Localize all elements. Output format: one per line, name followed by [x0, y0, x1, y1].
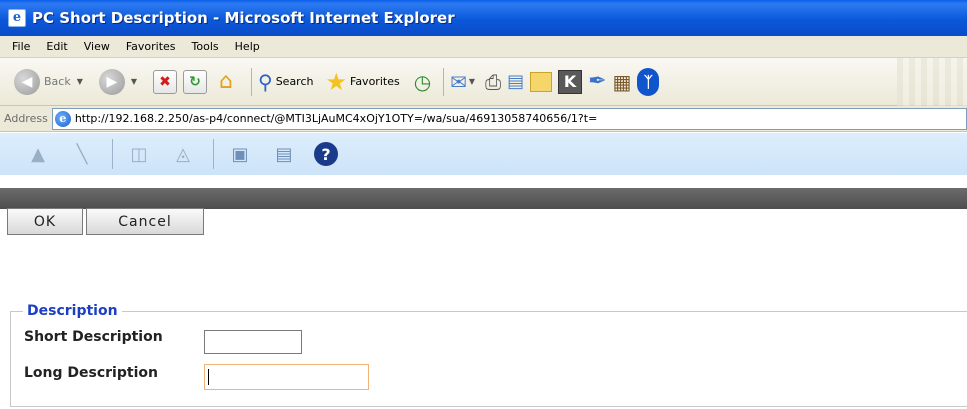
favorites-label: Favorites	[350, 75, 400, 88]
print-icon: ⎙	[485, 69, 502, 94]
window-title: PC Short Description - Microsoft Interne…	[32, 9, 455, 27]
app-tool-icon[interactable]: ╲	[68, 140, 96, 168]
note-icon	[530, 71, 553, 92]
search-label: Search	[275, 75, 314, 88]
search-icon: ⚲	[258, 69, 273, 94]
app-toolbar: ▲ ╲ ◫ ◬ ▣ ▤ ?	[0, 133, 967, 175]
toolbar-separator	[251, 67, 253, 96]
window-titlebar: e PC Short Description - Microsoft Inter…	[0, 0, 967, 36]
pen-button[interactable]: ✒	[588, 64, 606, 100]
history-icon: ◷	[413, 69, 432, 94]
ie-app-icon: e	[8, 9, 26, 27]
browser-toolbar: ◀ Back ▼ ▶ ▼ ✖ ↻ ⌂ ⚲ Search ★ Favorites …	[0, 58, 967, 106]
home-button[interactable]: ⌂	[213, 64, 239, 100]
add-item-icon[interactable]: ◫	[125, 140, 153, 168]
search-button[interactable]: ⚲ Search	[258, 64, 313, 100]
refresh-icon: ↻	[183, 69, 208, 94]
list-icon[interactable]: ▤	[270, 140, 298, 168]
menu-tools[interactable]: Tools	[184, 40, 227, 53]
ok-button[interactable]: OK	[7, 208, 83, 235]
address-input[interactable]: e http://192.168.2.250/as-p4/connect/@MT…	[51, 107, 967, 130]
description-fieldset: Description	[10, 303, 967, 407]
note-button[interactable]	[530, 64, 553, 100]
cancel-button[interactable]: Cancel	[86, 208, 204, 235]
page-icon: e	[54, 110, 71, 127]
mail-dropdown-icon: ▼	[468, 77, 476, 86]
menu-view[interactable]: View	[76, 40, 118, 53]
toolbar-separator-2	[443, 67, 445, 96]
menu-favorites[interactable]: Favorites	[118, 40, 184, 53]
app-toolbar-separator-2	[213, 139, 214, 169]
history-button[interactable]: ◷	[414, 64, 431, 100]
bluetooth-button[interactable]: ᛉ	[637, 64, 660, 100]
menu-edit[interactable]: Edit	[38, 40, 75, 53]
pen-icon: ✒	[588, 69, 607, 94]
menu-file[interactable]: File	[4, 40, 38, 53]
app-home-icon[interactable]: ▲	[24, 140, 52, 168]
description-legend: Description	[27, 303, 118, 319]
menu-help[interactable]: Help	[227, 40, 268, 53]
text-caret	[208, 369, 209, 385]
forward-button[interactable]: ▶ ▼	[98, 64, 147, 100]
edit-button[interactable]: ▤	[507, 64, 524, 100]
mail-icon: ✉	[450, 69, 467, 94]
print-button[interactable]: ⎙	[485, 64, 501, 100]
back-dropdown-icon: ▼	[76, 77, 83, 86]
favorites-button[interactable]: ★ Favorites	[325, 64, 399, 100]
short-description-label: Short Description	[24, 329, 163, 345]
long-description-label: Long Description	[24, 365, 158, 381]
action-bar	[0, 175, 967, 209]
home-icon: ⌂	[219, 69, 234, 94]
books-button[interactable]: ▦	[613, 64, 632, 100]
address-label: Address	[4, 112, 48, 125]
remove-item-icon[interactable]: ◬	[169, 140, 197, 168]
back-button[interactable]: ◀ Back ▼	[14, 64, 93, 100]
k-button[interactable]: K	[558, 64, 583, 100]
forward-dropdown-icon: ▼	[130, 77, 138, 86]
mail-button[interactable]: ✉ ▼	[450, 64, 479, 100]
stop-icon: ✖	[153, 69, 178, 94]
bluetooth-icon: ᛉ	[637, 67, 660, 96]
help-icon[interactable]: ?	[314, 142, 338, 166]
forward-icon: ▶	[98, 68, 125, 95]
favorites-star-icon: ★	[325, 67, 347, 96]
refresh-button[interactable]: ↻	[183, 64, 208, 100]
edit-icon: ▤	[507, 71, 525, 92]
back-icon: ◀	[14, 68, 40, 95]
back-label: Back	[44, 75, 71, 88]
short-description-input[interactable]	[204, 330, 302, 354]
k-icon: K	[558, 69, 583, 94]
address-bar: Address e http://192.168.2.250/as-p4/con…	[0, 106, 967, 132]
app-toolbar-separator	[112, 139, 113, 169]
long-description-input[interactable]	[204, 364, 369, 390]
books-icon: ▦	[612, 69, 632, 94]
menu-bar: File Edit View Favorites Tools Help	[0, 36, 967, 58]
stop-button[interactable]: ✖	[153, 64, 178, 100]
window-icon[interactable]: ▣	[226, 140, 254, 168]
windows-logo-area	[897, 58, 967, 106]
address-url: http://192.168.2.250/as-p4/connect/@MTI3…	[74, 112, 598, 125]
